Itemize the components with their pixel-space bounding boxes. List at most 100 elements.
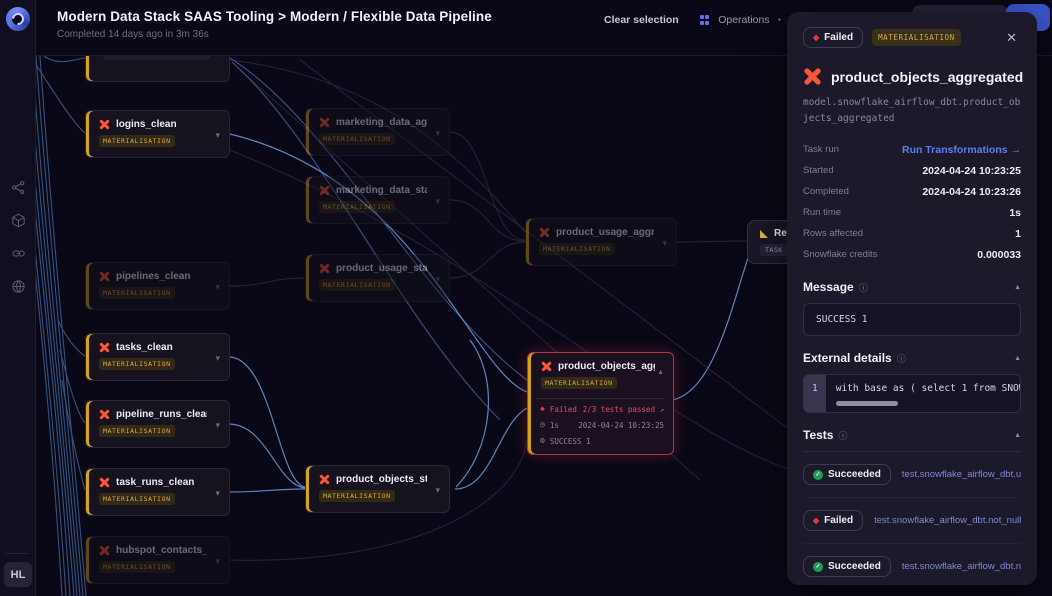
status-badge: ◆ Failed: [803, 27, 863, 48]
node-runtime-row: ◷ 1s 2024-04-24 10:23:25: [528, 417, 673, 433]
globe-icon: [11, 279, 26, 294]
dbt-icon: [99, 545, 110, 556]
graph-node-pipelines_clean[interactable]: pipelines_clean ▾ MATERIALISATION: [85, 262, 230, 310]
detail-rows: Task run Run Transformations → Started 2024…: [803, 139, 1021, 265]
test-status-badge: ✓Succeeded: [803, 556, 891, 577]
sidebar-item-settings[interactable]: [11, 279, 26, 299]
app-logo-icon[interactable]: [6, 7, 30, 31]
clock-icon: ◷: [540, 421, 545, 429]
chevron-down-icon[interactable]: ▾: [435, 274, 440, 285]
materialisation-badge: MATERIALISATION: [539, 243, 615, 255]
chevron-down-icon[interactable]: ▾: [215, 282, 220, 293]
node-status-row: ◆ Failed 2/3 tests passed ↗: [528, 401, 673, 417]
detail-value[interactable]: Run Transformations →: [902, 144, 1021, 156]
collapse-icon[interactable]: ▲: [1014, 355, 1021, 362]
chevron-down-icon[interactable]: ▾: [435, 485, 440, 496]
code-line-number: 1: [804, 375, 826, 412]
sidebar-divider: [5, 553, 30, 554]
clear-selection-button[interactable]: Clear selection: [604, 14, 679, 26]
operations-grid-icon: [700, 15, 710, 25]
test-link[interactable]: test.snowflake_airflow_dbt.not_null_pr: [902, 561, 1021, 572]
gear-icon: ⚙: [540, 437, 545, 445]
detail-value: 1: [1015, 228, 1021, 240]
test-rows: ✓Succeeded test.snowflake_airflow_dbt.uni…: [803, 452, 1021, 585]
node-title: product_objects_staging: [336, 474, 427, 485]
dbt-icon: [539, 227, 550, 238]
materialisation-badge: MATERIALISATION: [99, 561, 175, 573]
materialisation-badge: MATERIALISATION: [319, 133, 395, 145]
graph-node-product_objects_staging[interactable]: product_objects_staging ▾ MATERIALISATION: [305, 465, 450, 513]
materialisation-badge: MATERIALISATION: [99, 493, 175, 505]
failed-diamond-icon: ◆: [540, 405, 545, 413]
graph-node-logins_clean[interactable]: logins_clean▾MATERIALISATION: [85, 110, 230, 158]
user-avatar[interactable]: HL: [4, 562, 32, 587]
check-icon: ✓: [813, 562, 823, 572]
detail-label: Task run: [803, 144, 839, 155]
message-section: Message ⓘ ▲ SUCCESS 1: [803, 280, 1021, 336]
node-title: hubspot_contacts_clean: [116, 545, 207, 556]
graph-node-pipeline_runs_clean[interactable]: pipeline_runs_clean▾MATERIALISATION: [85, 400, 230, 448]
materialisation-badge: MATERIALISATION: [319, 490, 395, 502]
chevron-down-icon[interactable]: ▾: [215, 420, 220, 431]
message-heading: Message: [803, 280, 854, 294]
graph-node-product_usage_aggregated[interactable]: product_usage_aggregated▾MATERIALISATION: [525, 218, 677, 266]
failed-diamond-icon: ◆: [813, 517, 819, 525]
detail-value: 2024-04-24 10:23:25: [922, 165, 1021, 177]
info-icon: ⓘ: [838, 429, 847, 442]
node-message-row: ⚙ SUCCESS 1: [528, 433, 673, 454]
sidebar-item-pipelines[interactable]: [11, 180, 26, 200]
detail-row: Run time1s: [803, 202, 1021, 223]
collapse-icon[interactable]: ▲: [1014, 284, 1021, 291]
graph-node-hubspot_contacts_clean[interactable]: hubspot_contacts_clean ▾ MATERIALISATION: [85, 536, 230, 584]
graph-node-task_runs_clean[interactable]: task_runs_clean▾MATERIALISATION: [85, 468, 230, 516]
horizontal-scrollbar[interactable]: [836, 401, 898, 406]
sidebar-item-integrations[interactable]: [11, 246, 26, 266]
collapse-icon[interactable]: ▲: [657, 369, 664, 376]
chevron-down-icon[interactable]: ▾: [215, 556, 220, 567]
graph-node-product-objects-aggregated-selected[interactable]: product_objects_aggregated ▲ MATERIALISA…: [527, 352, 674, 455]
sidebar-item-assets[interactable]: [11, 213, 26, 233]
tests-section: Tests ⓘ ▲ ✓Succeededtest.snowflake_airfl…: [803, 428, 1021, 585]
code-line: with base as ( select 1 from SNOWFLAKE: [836, 383, 1010, 394]
sidebar: HL: [0, 0, 36, 596]
external-link-icon: ↗: [659, 405, 664, 414]
node-runtime: 1s: [550, 421, 559, 430]
node-status: Failed: [550, 405, 577, 414]
chevron-down-icon[interactable]: ▾: [215, 130, 220, 141]
dbt-icon: [319, 263, 330, 274]
chevron-down-icon[interactable]: ▾: [215, 353, 220, 364]
dbt-icon: [803, 67, 822, 86]
tests-summary-link[interactable]: 2/3 tests passed ↗: [583, 405, 664, 414]
page-title: Modern Data Stack SAAS Tooling > Modern …: [57, 9, 492, 24]
graph-node-marketing_data_staging[interactable]: marketing_data_staging▾MATERIALISATION: [305, 176, 450, 224]
cube-icon: [11, 213, 26, 228]
detail-label: Snowflake credits: [803, 249, 877, 260]
node-title: pipelines_clean: [116, 271, 190, 282]
task-badge: TASK: [760, 244, 788, 256]
detail-row: Task run Run Transformations →: [803, 139, 1021, 160]
graph-node-product_usage_staging[interactable]: product_usage_staging▾MATERIALISATION: [305, 254, 450, 302]
chevron-down-icon[interactable]: ▾: [435, 128, 440, 139]
node-message: SUCCESS 1: [550, 437, 591, 446]
chevron-down-icon[interactable]: ▾: [435, 196, 440, 207]
graph-node-marketing_data_aggregated[interactable]: marketing_data_aggregated▾MATERIALISATIO…: [305, 108, 450, 156]
close-icon[interactable]: ✕: [1002, 28, 1021, 48]
test-link[interactable]: test.snowflake_airflow_dbt.not_null_pr: [874, 515, 1021, 526]
link-icon: [11, 246, 26, 261]
powerbi-triangle-icon: [760, 230, 768, 238]
detail-row: Rows affected1: [803, 223, 1021, 244]
message-content: SUCCESS 1: [803, 303, 1021, 336]
detail-label: Completed: [803, 186, 849, 197]
test-status-badge: ◆Failed: [803, 510, 863, 531]
collapse-icon[interactable]: ▲: [1014, 432, 1021, 439]
materialisation-badge: MATERIALISATION: [99, 287, 175, 299]
graph-node-tasks_clean[interactable]: tasks_clean▾MATERIALISATION: [85, 333, 230, 381]
test-link[interactable]: test.snowflake_airflow_dbt.unique_pro: [902, 469, 1021, 480]
test-row: ✓Succeededtest.snowflake_airflow_dbt.uni…: [803, 452, 1021, 498]
detail-label: Started: [803, 165, 834, 176]
panel-subtitle: model.snowflake_airflow_dbt.product_obje…: [803, 95, 1021, 126]
chevron-down-icon[interactable]: ▾: [215, 488, 220, 499]
chevron-down-icon[interactable]: ▾: [662, 238, 667, 249]
node-timestamp: 2024-04-24 10:23:25: [578, 421, 664, 430]
operations-label: Operations: [718, 14, 769, 26]
